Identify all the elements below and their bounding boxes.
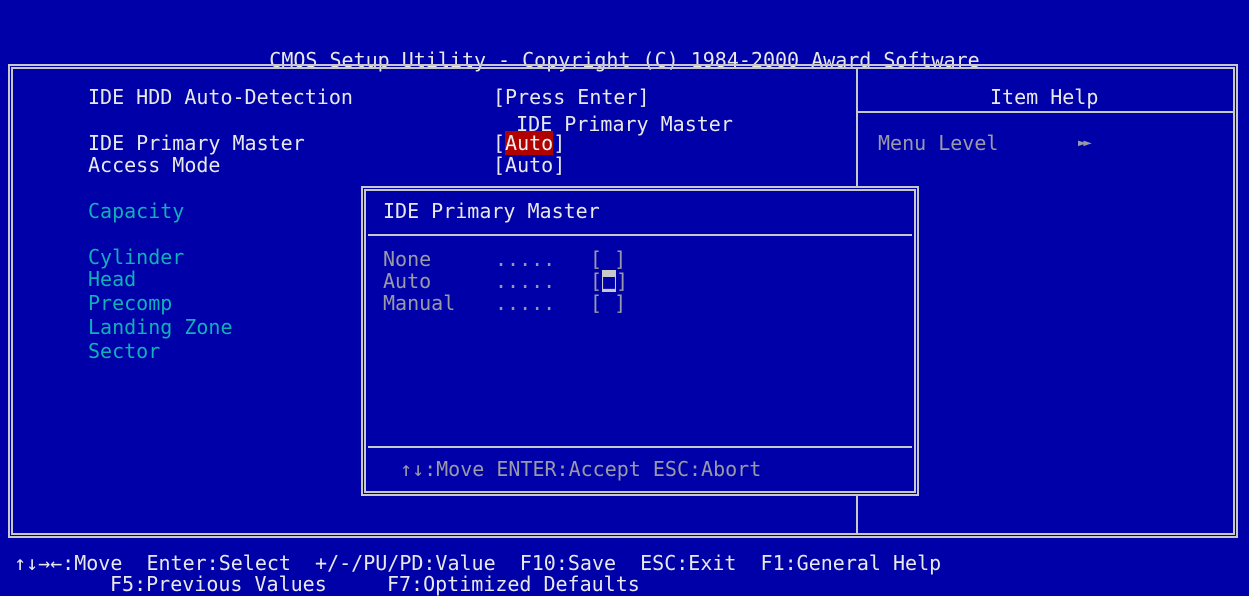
option-checkbox-auto[interactable]: [■]	[590, 270, 628, 292]
checked-mark-icon: ■	[602, 269, 617, 293]
primary-master-label: IDE Primary Master	[88, 131, 305, 155]
access-mode-label: Access Mode	[88, 153, 221, 177]
option-checkbox-manual[interactable]: [ ]	[590, 292, 626, 314]
option-dots: .....	[495, 247, 556, 271]
option-label: None	[383, 247, 432, 271]
popup-title-divider	[368, 234, 912, 236]
primary-master-value[interactable]: Auto	[505, 131, 554, 155]
help-title-divider	[858, 111, 1233, 113]
option-label: Auto	[383, 269, 432, 293]
access-mode-value[interactable]: Auto	[505, 153, 553, 177]
popup-hint: ↑↓:Move ENTER:Accept ESC:Abort	[400, 457, 762, 481]
popup-title: IDE Primary Master	[383, 199, 600, 223]
popup-hint-divider	[368, 446, 912, 448]
option-label: Manual	[383, 291, 456, 315]
option-dots: .....	[495, 291, 556, 315]
option-popup	[361, 186, 919, 496]
access-mode-field[interactable]: [Auto]	[493, 154, 565, 176]
menu-level-label: Menu Level	[878, 131, 999, 155]
footer-keys-line2: F5:Previous Values F7:Optimized Defaults	[110, 572, 640, 596]
popup-option-auto[interactable]: Auto	[383, 270, 431, 292]
popup-option-manual[interactable]: Manual	[383, 292, 455, 314]
primary-master-field[interactable]: [Auto]	[493, 131, 565, 155]
item-help-title: Item Help	[990, 85, 1099, 109]
sector-label: Sector	[88, 339, 161, 363]
cylinder-label: Cylinder	[88, 245, 185, 269]
footer-keys-line1: ↑↓→←:Move Enter:Select +/-/PU/PD:Value F…	[14, 551, 942, 575]
head-label: Head	[88, 267, 137, 291]
autodetect-value[interactable]: [Press Enter]	[493, 86, 650, 108]
landing-zone-label: Landing Zone	[88, 315, 233, 339]
capacity-label: Capacity	[88, 199, 185, 223]
autodetect-label: IDE HDD Auto-Detection	[88, 85, 353, 109]
menu-level-icon: ►►	[1078, 135, 1092, 151]
option-checkbox-none[interactable]: [ ]	[590, 248, 626, 270]
popup-option-none[interactable]: None	[383, 248, 431, 270]
option-dots: .....	[495, 269, 556, 293]
precomp-label: Precomp	[88, 291, 173, 315]
